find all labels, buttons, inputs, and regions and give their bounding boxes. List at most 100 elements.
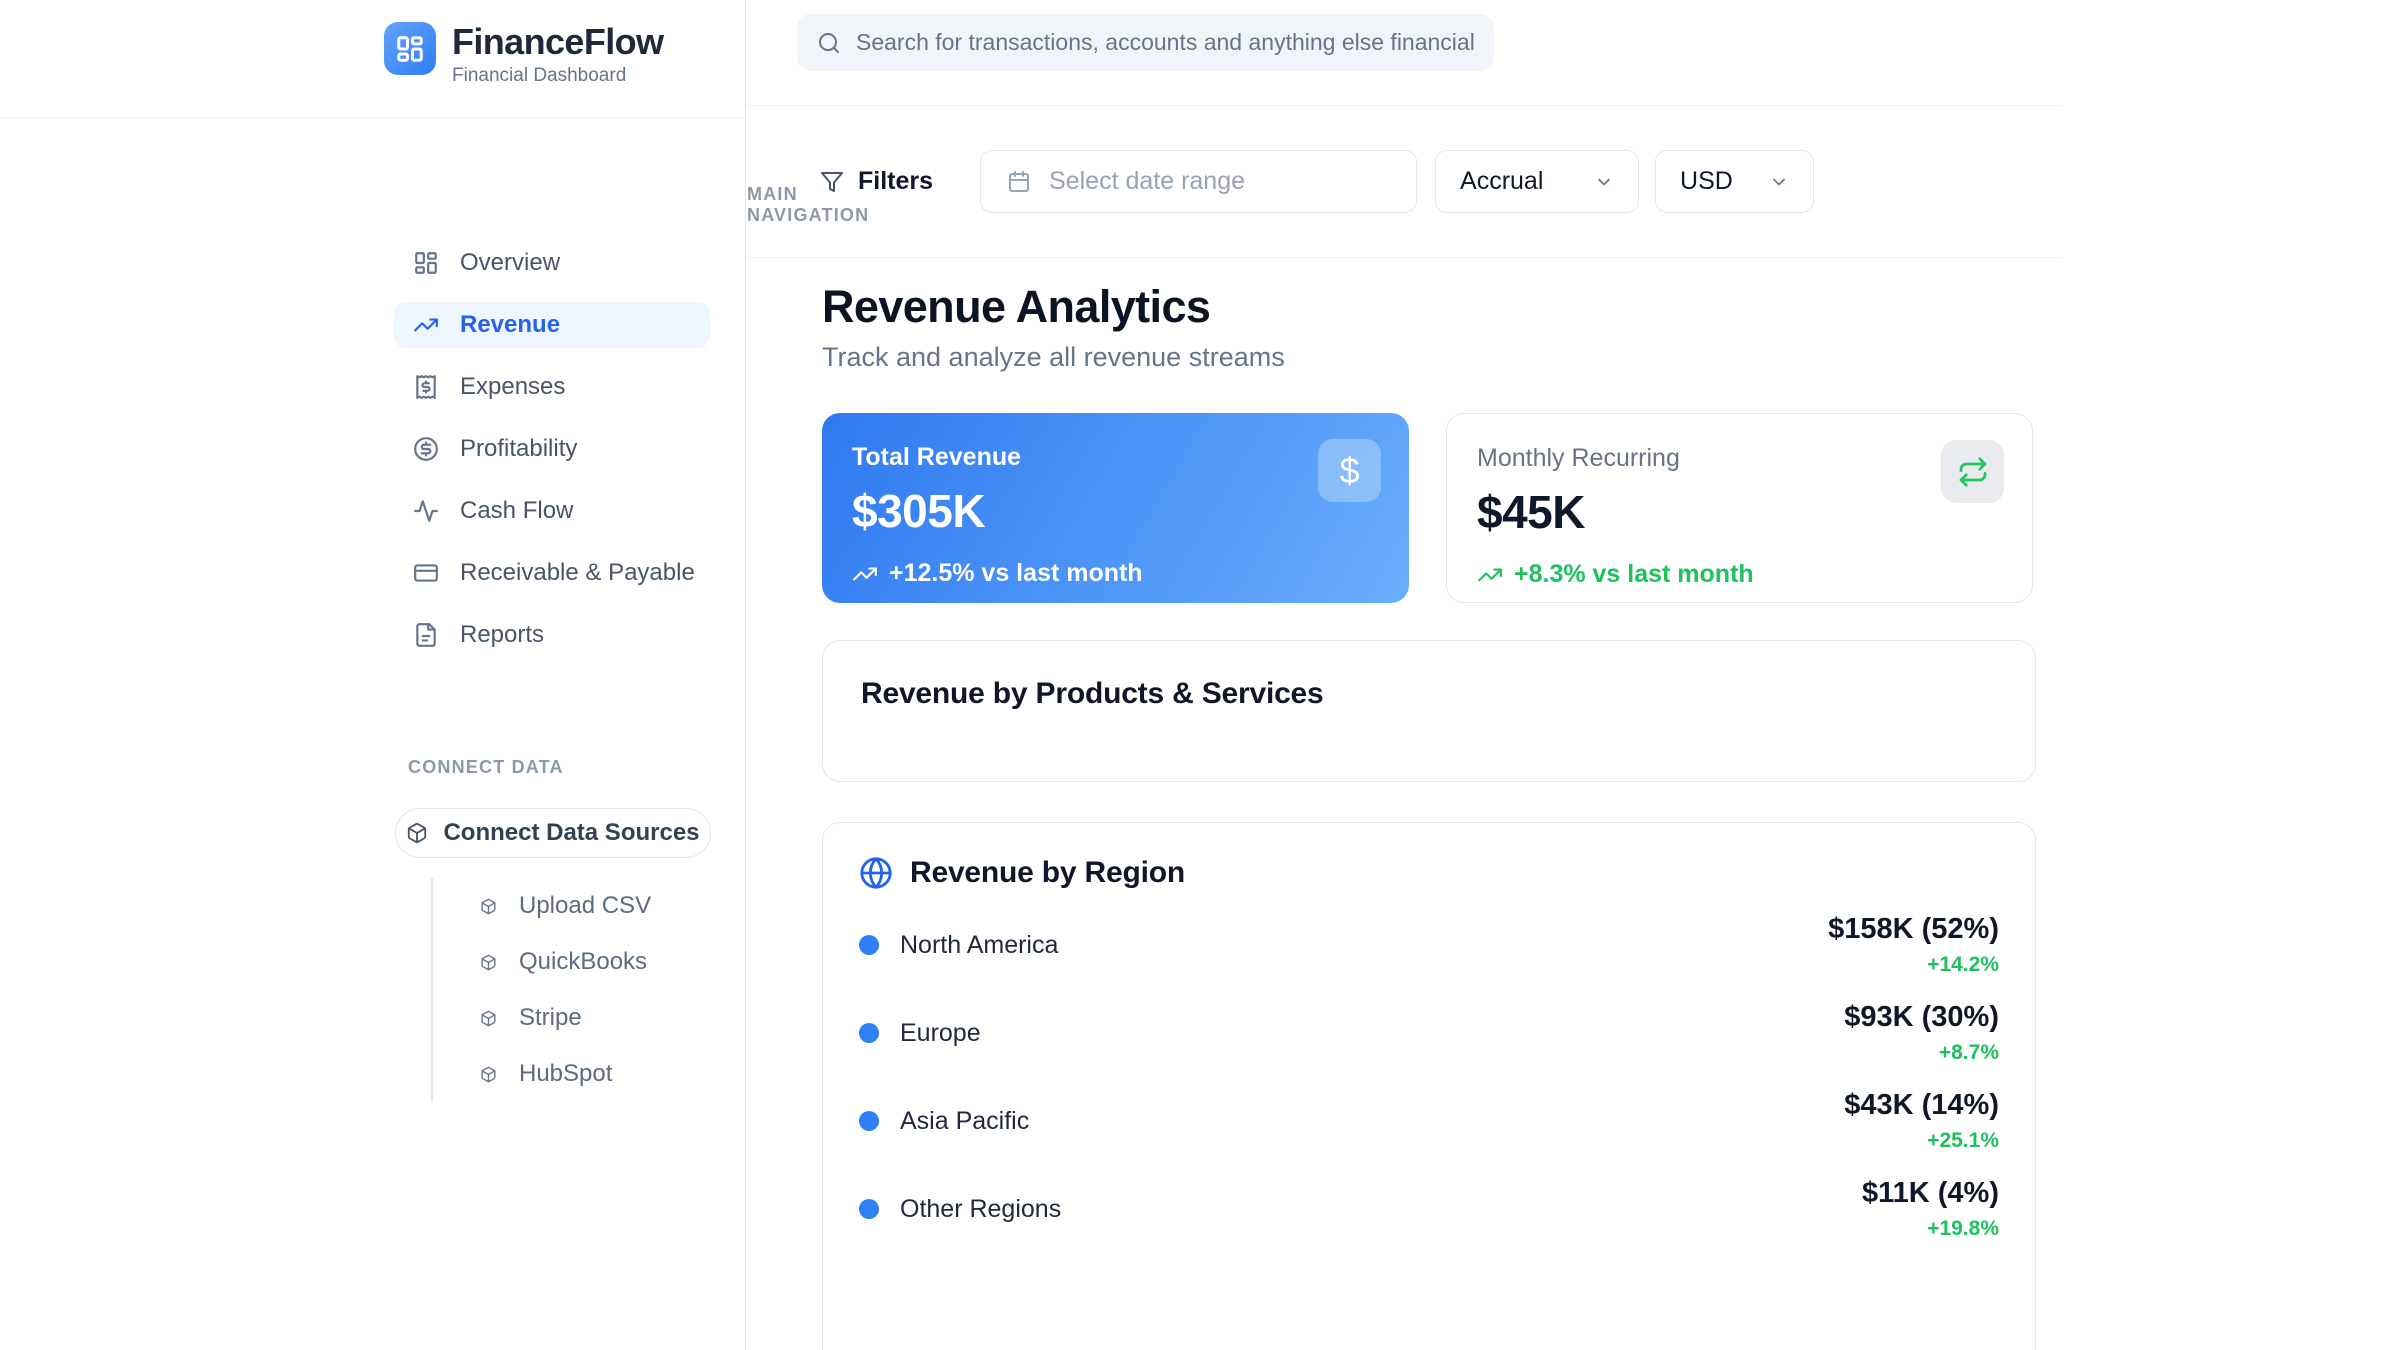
- panel-title: Revenue by Products & Services: [861, 677, 1997, 711]
- currency-select[interactable]: USD: [1655, 150, 1814, 213]
- sidebar-item-revenue[interactable]: Revenue: [394, 302, 710, 348]
- accounting-basis-select[interactable]: Accrual: [1435, 150, 1639, 213]
- main-navigation: Overview Revenue Expenses Profitability …: [394, 240, 710, 658]
- connect-item-hubspot[interactable]: HubSpot: [480, 1046, 651, 1102]
- cube-icon: [480, 898, 497, 915]
- search-icon: [817, 31, 841, 55]
- file-text-icon: [413, 622, 439, 648]
- region-name: Europe: [900, 1019, 981, 1048]
- cube-icon: [480, 954, 497, 971]
- credit-card-icon: [413, 560, 439, 586]
- sidebar-item-overview[interactable]: Overview: [394, 240, 710, 286]
- filters-label: Filters: [858, 167, 933, 196]
- chevron-down-icon: [1769, 172, 1789, 192]
- connect-item-label: HubSpot: [519, 1060, 612, 1088]
- page-subtitle: Track and analyze all revenue streams: [822, 342, 2400, 373]
- region-dot: [859, 1111, 879, 1131]
- region-delta: +25.1%: [1844, 1129, 1999, 1153]
- circle-dollar-icon: [413, 436, 439, 462]
- stat-delta-text: +8.3% vs last month: [1514, 560, 1754, 589]
- filter-bar: Filters Select date range Accrual USD: [747, 106, 2062, 258]
- region-delta: +8.7%: [1844, 1041, 1999, 1065]
- revenue-by-products-panel: Revenue by Products & Services: [822, 640, 2036, 782]
- brand: FinanceFlow Financial Dashboard: [384, 22, 663, 87]
- trending-up-icon: [1477, 562, 1503, 588]
- revenue-by-region-panel: Revenue by Region North America $158K (5…: [822, 822, 2036, 1350]
- region-value: $11K (4%): [1862, 1177, 1999, 1210]
- stat-value: $45K: [1477, 485, 2002, 539]
- connect-sources-list: Upload CSV QuickBooks Stripe HubSpot: [431, 878, 651, 1102]
- receipt-icon: [413, 374, 439, 400]
- global-search[interactable]: [797, 14, 1494, 71]
- region-name: Other Regions: [900, 1195, 1061, 1224]
- sidebar: FinanceFlow Financial Dashboard MAIN NAV…: [0, 0, 746, 1350]
- topbar: [747, 14, 2062, 106]
- page-title: Revenue Analytics: [822, 282, 2400, 332]
- region-name: North America: [900, 931, 1058, 960]
- stat-label: Total Revenue: [852, 443, 1379, 472]
- sidebar-item-cash-flow[interactable]: Cash Flow: [394, 488, 710, 534]
- app-logo-icon: [384, 22, 436, 75]
- repeat-icon: [1957, 456, 1989, 488]
- region-value: $43K (14%): [1844, 1089, 1999, 1122]
- connect-item-quickbooks[interactable]: QuickBooks: [480, 934, 651, 990]
- date-range-placeholder: Select date range: [1049, 167, 1245, 196]
- sidebar-item-label: Reports: [460, 621, 544, 649]
- main-area: Filters Select date range Accrual USD Re…: [747, 0, 2400, 1350]
- connect-item-label: Stripe: [519, 1004, 582, 1032]
- sidebar-item-label: Expenses: [460, 373, 565, 401]
- date-range-input[interactable]: Select date range: [980, 150, 1417, 213]
- region-delta: +19.8%: [1862, 1217, 1999, 1241]
- total-revenue-card: Total Revenue $305K +12.5% vs last month…: [822, 413, 1409, 603]
- region-value: $158K (52%): [1828, 913, 1999, 946]
- sidebar-divider: [0, 117, 745, 118]
- panel-title: Revenue by Region: [910, 856, 1185, 890]
- regions-header: Revenue by Region: [859, 853, 1999, 893]
- connect-item-upload-csv[interactable]: Upload CSV: [480, 878, 651, 934]
- repeat-icon-chip: [1941, 440, 2004, 503]
- chevron-down-icon: [1594, 172, 1614, 192]
- stat-delta-text: +12.5% vs last month: [889, 559, 1143, 588]
- activity-icon: [413, 498, 439, 524]
- monthly-recurring-card: Monthly Recurring $45K +8.3% vs last mon…: [1446, 413, 2033, 603]
- filters-button[interactable]: Filters: [820, 167, 933, 196]
- trending-up-icon: [852, 561, 878, 587]
- sidebar-item-label: Profitability: [460, 435, 577, 463]
- trending-up-icon: [413, 312, 439, 338]
- accounting-basis-value: Accrual: [1460, 167, 1543, 196]
- connect-data-sources-button[interactable]: Connect Data Sources: [395, 808, 711, 858]
- stat-value: $305K: [852, 484, 1379, 538]
- region-dot: [859, 1199, 879, 1219]
- stat-delta: +12.5% vs last month: [852, 559, 1379, 588]
- sidebar-item-reports[interactable]: Reports: [394, 612, 710, 658]
- connect-item-stripe[interactable]: Stripe: [480, 990, 651, 1046]
- cube-icon: [480, 1010, 497, 1027]
- stat-label: Monthly Recurring: [1477, 444, 2002, 473]
- sidebar-item-expenses[interactable]: Expenses: [394, 364, 710, 410]
- cube-icon: [406, 822, 428, 844]
- currency-value: USD: [1680, 167, 1733, 196]
- region-row-asia-pacific: Asia Pacific $43K (14%) +25.1%: [859, 1085, 1999, 1157]
- brand-name: FinanceFlow: [452, 22, 663, 62]
- sidebar-item-label: Cash Flow: [460, 497, 573, 525]
- sidebar-item-label: Overview: [460, 249, 560, 277]
- search-input[interactable]: [856, 29, 1474, 56]
- connect-item-label: QuickBooks: [519, 948, 647, 976]
- sidebar-item-label: Revenue: [460, 311, 560, 339]
- region-rows: North America $158K (52%) +14.2% Europe: [859, 909, 1999, 1245]
- sidebar-item-receivable-payable[interactable]: Receivable & Payable: [394, 550, 710, 596]
- sidebar-item-label: Receivable & Payable: [460, 559, 695, 587]
- connect-item-label: Upload CSV: [519, 892, 651, 920]
- stat-cards-row: Total Revenue $305K +12.5% vs last month…: [822, 413, 2400, 603]
- stat-delta: +8.3% vs last month: [1477, 560, 2002, 589]
- cube-icon: [480, 1066, 497, 1083]
- region-dot: [859, 935, 879, 955]
- region-row-north-america: North America $158K (52%) +14.2%: [859, 909, 1999, 981]
- region-row-other-regions: Other Regions $11K (4%) +19.8%: [859, 1173, 1999, 1245]
- sidebar-item-profitability[interactable]: Profitability: [394, 426, 710, 472]
- funnel-icon: [820, 170, 844, 194]
- globe-icon: [859, 856, 893, 890]
- app-root: FinanceFlow Financial Dashboard MAIN NAV…: [0, 0, 2400, 1350]
- page-content: Revenue Analytics Track and analyze all …: [747, 258, 2400, 1350]
- layout-grid-icon: [413, 250, 439, 276]
